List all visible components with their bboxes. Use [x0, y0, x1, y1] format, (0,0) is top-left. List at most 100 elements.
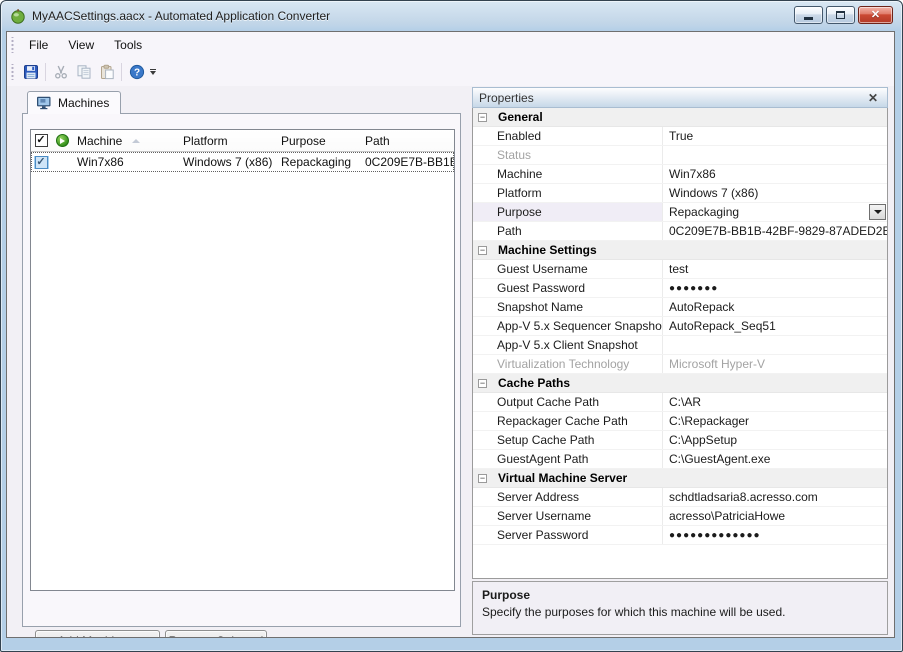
- svg-text:?: ?: [133, 68, 139, 79]
- toolbar-separator: [121, 63, 122, 81]
- remove-selected-button[interactable]: Remove Selected: [165, 630, 267, 638]
- platform-cell: Windows 7 (x86): [179, 155, 277, 169]
- table-header: ✓ Machine Platform Purpose Path: [31, 130, 454, 152]
- close-icon: ✕: [871, 10, 880, 21]
- property-row[interactable]: EnabledTrue: [473, 127, 887, 146]
- property-section-header[interactable]: −Virtual Machine Server: [473, 469, 887, 488]
- property-row[interactable]: App-V 5.x Client Snapshot: [473, 336, 887, 355]
- toolbar-grip[interactable]: [10, 64, 15, 80]
- property-label: Server Address: [473, 488, 663, 506]
- paste-icon: [99, 64, 115, 80]
- titlebar[interactable]: MyAACSettings.aacx - Automated Applicati…: [1, 1, 902, 31]
- menu-file[interactable]: File: [19, 35, 58, 55]
- property-section-header[interactable]: −Machine Settings: [473, 241, 887, 260]
- property-section-header[interactable]: − General: [473, 108, 887, 127]
- property-row[interactable]: Server Addressschdtladsaria8.acresso.com: [473, 488, 887, 507]
- property-value: ●●●●●●●●●●●●●: [663, 526, 887, 544]
- section-label: General: [498, 110, 543, 124]
- property-row[interactable]: Virtualization TechnologyMicrosoft Hyper…: [473, 355, 887, 374]
- column-header-machine[interactable]: Machine: [73, 134, 179, 148]
- properties-panel: Properties ✕ − General EnabledTrueStatusMa…: [472, 87, 888, 635]
- toolbar-separator: [45, 63, 46, 81]
- help-button[interactable]: ?: [125, 61, 148, 83]
- close-button[interactable]: ✕: [858, 6, 893, 24]
- property-label: App-V 5.x Sequencer Snapshot: [473, 317, 663, 335]
- section-label: Cache Paths: [498, 376, 570, 390]
- maximize-button[interactable]: [826, 6, 855, 24]
- purpose-cell: Repackaging: [277, 155, 361, 169]
- property-row[interactable]: Path0C209E7B-BB1B-42BF-9829-87ADED2E8: [473, 222, 887, 241]
- window-controls: ✕: [794, 6, 893, 24]
- property-row[interactable]: Repackager Cache PathC:\Repackager: [473, 412, 887, 431]
- column-header-platform[interactable]: Platform: [179, 134, 277, 148]
- property-value: schdtladsaria8.acresso.com: [663, 488, 887, 506]
- property-value: C:\AR: [663, 393, 887, 411]
- menubar: File View Tools: [7, 32, 894, 58]
- property-value: C:\AppSetup: [663, 431, 887, 449]
- toolbar-overflow-button[interactable]: [150, 69, 156, 75]
- copy-icon: [76, 64, 92, 80]
- save-button[interactable]: [19, 61, 42, 83]
- property-row[interactable]: GuestAgent PathC:\GuestAgent.exe: [473, 450, 887, 469]
- property-value: Windows 7 (x86): [663, 184, 887, 202]
- path-cell: 0C209E7B-BB1B-...: [361, 155, 454, 169]
- monitor-icon: [36, 96, 52, 110]
- property-row[interactable]: MachineWin7x86: [473, 165, 887, 184]
- copy-button[interactable]: [72, 61, 95, 83]
- paste-button[interactable]: [95, 61, 118, 83]
- menu-tools[interactable]: Tools: [104, 35, 152, 55]
- run-status-column-icon[interactable]: [56, 134, 69, 147]
- table-row[interactable]: ✓Win7x86Windows 7 (x86)Repackaging0C209E…: [31, 152, 454, 172]
- property-label: GuestAgent Path: [473, 450, 663, 468]
- row-checkbox[interactable]: ✓: [35, 156, 48, 169]
- play-icon: [60, 138, 65, 144]
- property-row[interactable]: Setup Cache PathC:\AppSetup: [473, 431, 887, 450]
- column-header-path[interactable]: Path: [361, 134, 454, 148]
- property-value: Repackaging: [663, 203, 887, 221]
- property-label: Enabled: [473, 127, 663, 145]
- property-label: Repackager Cache Path: [473, 412, 663, 430]
- property-label: Setup Cache Path: [473, 431, 663, 449]
- property-row[interactable]: PlatformWindows 7 (x86): [473, 184, 887, 203]
- property-row[interactable]: Server Password●●●●●●●●●●●●●: [473, 526, 887, 545]
- menu-view[interactable]: View: [58, 35, 104, 55]
- property-label: App-V 5.x Client Snapshot: [473, 336, 663, 354]
- properties-title: Properties: [479, 91, 534, 105]
- cut-button[interactable]: [49, 61, 72, 83]
- cut-icon: [53, 64, 69, 80]
- property-section-header[interactable]: − Cache Paths: [473, 374, 887, 393]
- description-title: Purpose: [482, 588, 878, 602]
- collapse-icon[interactable]: −: [478, 113, 487, 122]
- properties-title-bar[interactable]: Properties ✕: [472, 87, 888, 108]
- property-value: test: [663, 260, 887, 278]
- column-header-purpose[interactable]: Purpose: [277, 134, 361, 148]
- purpose-dropdown-button[interactable]: [869, 204, 886, 220]
- property-value: Microsoft Hyper-V: [663, 355, 887, 373]
- property-label: Server Password: [473, 526, 663, 544]
- property-value: ●●●●●●●: [663, 279, 887, 297]
- select-all-checkbox[interactable]: ✓: [35, 134, 48, 147]
- property-row[interactable]: Guest Usernametest: [473, 260, 887, 279]
- property-row[interactable]: PurposeRepackaging: [473, 203, 887, 222]
- collapse-icon[interactable]: −: [478, 379, 487, 388]
- machine-listview[interactable]: ✓ Machine Platform Purpose Path ✓Win7x86…: [30, 129, 455, 591]
- overflow-bar: [150, 69, 156, 70]
- minimize-button[interactable]: [794, 6, 823, 24]
- property-row[interactable]: Server Usernameacresso\PatriciaHowe: [473, 507, 887, 526]
- property-row[interactable]: Guest Password●●●●●●●: [473, 279, 887, 298]
- properties-close-button[interactable]: ✕: [865, 91, 881, 105]
- chevron-down-icon: [150, 71, 156, 75]
- property-row[interactable]: Status: [473, 146, 887, 165]
- menubar-grip[interactable]: [10, 37, 15, 53]
- property-row[interactable]: App-V 5.x Sequencer SnapshotAutoRepack_S…: [473, 317, 887, 336]
- property-label: Path: [473, 222, 663, 240]
- property-row[interactable]: Output Cache PathC:\AR: [473, 393, 887, 412]
- collapse-icon[interactable]: −: [478, 474, 487, 483]
- add-machine-button[interactable]: Add Machine...: [35, 630, 160, 638]
- help-icon: ?: [129, 64, 145, 80]
- property-row[interactable]: Snapshot NameAutoRepack: [473, 298, 887, 317]
- tab-machines[interactable]: Machines: [27, 91, 121, 114]
- collapse-icon[interactable]: −: [478, 246, 487, 255]
- property-value: AutoRepack_Seq51: [663, 317, 887, 335]
- property-value: [663, 336, 887, 354]
